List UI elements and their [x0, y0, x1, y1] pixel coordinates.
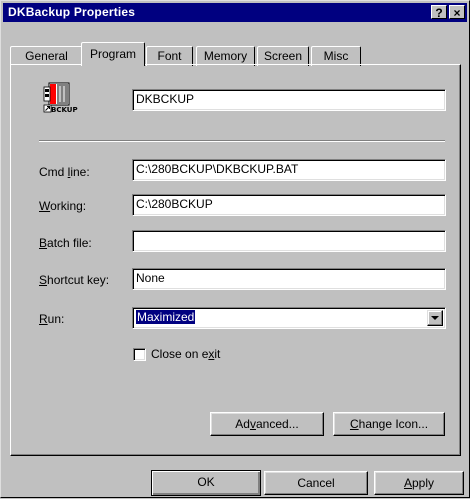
shortcut-key-value: None	[136, 271, 165, 285]
close-on-exit-label[interactable]: Close on exit	[151, 346, 220, 362]
run-select[interactable]: Maximized	[132, 307, 446, 329]
cmd-line-value: C:\280BCKUP\DKBCKUP.BAT	[136, 162, 299, 176]
batch-file-input[interactable]	[132, 230, 446, 252]
working-value: C:\280BCKUP	[136, 197, 213, 211]
working-label: Working:	[39, 199, 87, 213]
program-name-input[interactable]: DKBCKUP	[132, 89, 446, 111]
change-icon-button[interactable]: Change Icon...	[333, 412, 445, 436]
program-icon: BCKUP	[41, 81, 78, 117]
chevron-down-icon[interactable]	[427, 310, 443, 326]
program-name-value: DKBCKUP	[136, 92, 195, 106]
cmd-line-label: Cmd line:	[39, 165, 90, 179]
apply-button[interactable]: Apply	[374, 471, 464, 495]
close-on-exit-checkbox[interactable]	[133, 348, 146, 361]
advanced-button[interactable]: Advanced...	[210, 412, 324, 436]
icon-caption: BCKUP	[51, 106, 78, 114]
separator	[39, 140, 445, 142]
shortcut-key-label: Shortcut key:	[39, 273, 110, 287]
cancel-button[interactable]: Cancel	[264, 471, 368, 495]
working-input[interactable]: C:\280BCKUP	[132, 194, 446, 216]
ok-button[interactable]: OK	[151, 470, 261, 496]
batch-file-label: Batch file:	[39, 236, 92, 250]
cmd-line-input[interactable]: C:\280BCKUP\DKBCKUP.BAT	[132, 159, 446, 181]
run-label: Run:	[39, 312, 65, 326]
properties-dialog: DKBackup Properties ? × General Program …	[0, 0, 470, 498]
shortcut-key-input[interactable]: None	[132, 268, 446, 290]
run-value: Maximized	[136, 310, 196, 324]
